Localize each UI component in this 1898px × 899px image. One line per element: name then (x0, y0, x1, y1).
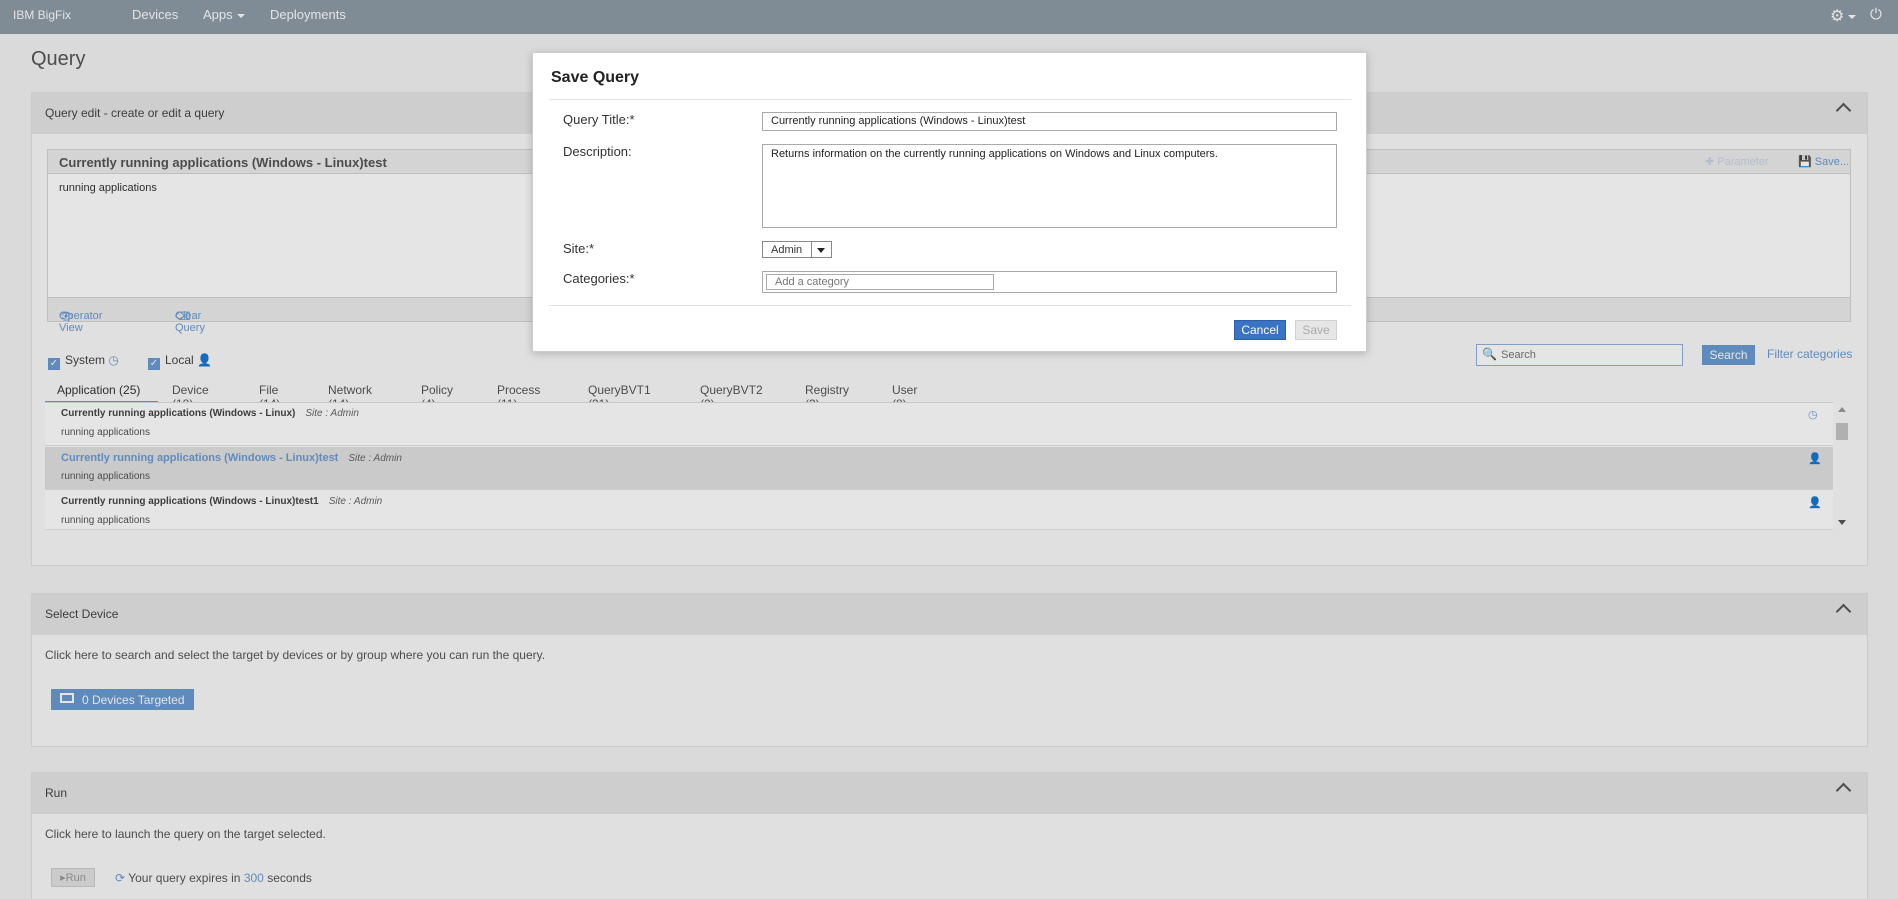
save-button[interactable]: Save (1295, 320, 1337, 340)
categories-field[interactable] (762, 271, 1337, 293)
site-select[interactable]: Admin (762, 241, 832, 258)
divider (549, 305, 1351, 306)
site-label: Site:* (563, 241, 595, 256)
site-select-value: Admin (771, 244, 803, 256)
category-input[interactable] (766, 274, 994, 290)
description-label: Description: (563, 144, 632, 159)
description-textarea[interactable]: Returns information on the currently run… (762, 144, 1337, 228)
divider (549, 99, 1351, 100)
divider (811, 242, 812, 257)
cancel-button[interactable]: Cancel (1234, 320, 1286, 340)
save-query-dialog: Save Query Query Title:* Description: Re… (532, 52, 1367, 352)
dialog-title: Save Query (551, 69, 640, 86)
query-title-label: Query Title:* (563, 112, 635, 127)
query-title-input[interactable] (762, 112, 1337, 131)
categories-label: Categories:* (563, 271, 635, 286)
caret-down-icon[interactable] (817, 248, 825, 253)
